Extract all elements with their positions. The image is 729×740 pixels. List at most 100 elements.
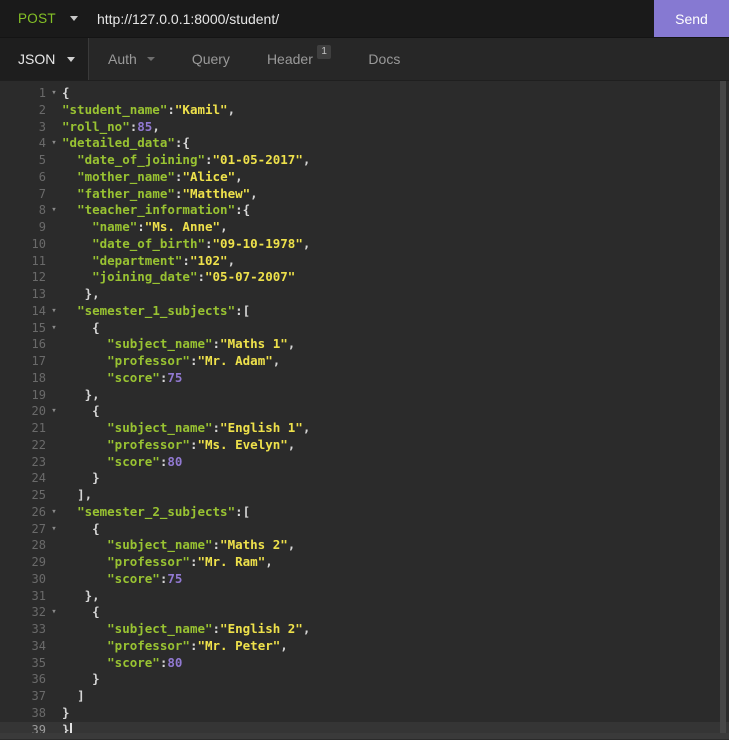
code-line[interactable]: 24 } xyxy=(0,470,729,487)
code-line[interactable]: 35 "score":80 xyxy=(0,655,729,672)
request-tab-bar: JSON Auth Query Header 1 Docs xyxy=(0,38,729,81)
line-number: 38 xyxy=(31,705,46,720)
body-type-dropdown[interactable]: JSON xyxy=(0,38,88,80)
editor-vertical-scrollbar[interactable] xyxy=(720,81,726,733)
code-line[interactable]: 31 }, xyxy=(0,588,729,605)
fold-gutter xyxy=(46,152,62,169)
url-bar: POST http://127.0.0.1:8000/student/ Send xyxy=(0,0,729,38)
line-number: 19 xyxy=(31,387,46,402)
line-number: 24 xyxy=(31,471,46,486)
url-input[interactable]: http://127.0.0.1:8000/student/ xyxy=(78,0,654,37)
fold-gutter xyxy=(46,470,62,487)
tab-query[interactable]: Query xyxy=(192,49,230,69)
code-line[interactable]: 9 "name":"Ms. Anne", xyxy=(0,219,729,236)
code-line[interactable]: 8 ▾ "teacher_information":{ xyxy=(0,202,729,219)
line-number: 29 xyxy=(31,555,46,569)
code-line[interactable]: 27 ▾ { xyxy=(0,521,729,538)
method-dropdown[interactable]: POST xyxy=(0,0,78,37)
code-line[interactable]: 2 "student_name":"Kamil", xyxy=(0,102,729,119)
code-line[interactable]: 29 "professor":"Mr. Ram", xyxy=(0,554,729,571)
fold-arrow-icon[interactable]: ▾ xyxy=(46,504,62,521)
tab-label: Docs xyxy=(368,51,401,67)
code-line[interactable]: 7 "father_name":"Matthew", xyxy=(0,186,729,203)
line-number: 2 xyxy=(38,102,46,117)
code-line[interactable]: 5 "date_of_joining":"01-05-2017", xyxy=(0,152,729,169)
code-text: "subject_name":"English 1", xyxy=(107,420,311,435)
code-text: } xyxy=(92,470,100,486)
fold-arrow-icon[interactable]: ▾ xyxy=(46,403,62,420)
code-line[interactable]: 38} xyxy=(0,705,729,722)
fold-gutter xyxy=(46,186,62,203)
code-line[interactable]: 28 "subject_name":"Maths 2", xyxy=(0,537,729,554)
fold-arrow-icon[interactable]: ▾ xyxy=(46,85,62,102)
tab-header[interactable]: Header 1 xyxy=(267,45,332,69)
line-number: 20 xyxy=(31,404,46,419)
fold-arrow-icon[interactable]: ▾ xyxy=(46,320,62,337)
code-line[interactable]: 3 "roll_no":85, xyxy=(0,119,729,136)
fold-arrow-icon[interactable]: ▾ xyxy=(46,521,62,538)
code-text: "score":80 xyxy=(107,453,183,469)
line-number: 22 xyxy=(31,437,46,452)
code-line[interactable]: 34 "professor":"Mr. Peter", xyxy=(0,638,729,655)
code-line[interactable]: 13 }, xyxy=(0,286,729,303)
editor-horizontal-scrollbar[interactable] xyxy=(0,733,729,739)
code-line[interactable]: 20 ▾ { xyxy=(0,403,729,420)
line-number: 12 xyxy=(31,270,46,285)
code-line[interactable]: 22 "professor":"Ms. Evelyn", xyxy=(0,437,729,454)
line-number: 4 xyxy=(38,136,46,151)
line-number: 7 xyxy=(38,186,46,201)
code-line[interactable]: 1 ▾{ xyxy=(0,85,729,102)
code-text: ], xyxy=(77,487,93,502)
code-line[interactable]: 23 "score":80 xyxy=(0,454,729,471)
code-line[interactable]: 14 ▾ "semester_1_subjects":[ xyxy=(0,303,729,320)
code-line[interactable]: 30 "score":75 xyxy=(0,571,729,588)
code-line[interactable]: 26 ▾ "semester_2_subjects":[ xyxy=(0,504,729,521)
fold-arrow-icon[interactable]: ▾ xyxy=(46,135,62,152)
code-text: "father_name":"Matthew", xyxy=(77,185,258,201)
fold-arrow-icon[interactable]: ▾ xyxy=(46,604,62,621)
code-text: }, xyxy=(84,386,100,402)
code-line[interactable]: 4 ▾ "detailed_data":{ xyxy=(0,135,729,152)
code-line[interactable]: 11 "department":"102", xyxy=(0,253,729,270)
code-text: "subject_name":"English 2", xyxy=(107,621,311,636)
code-text: ] xyxy=(77,688,85,703)
tab-docs[interactable]: Docs xyxy=(368,49,400,69)
code-line[interactable]: 37 ] xyxy=(0,688,729,705)
code-line[interactable]: 19 }, xyxy=(0,387,729,404)
fold-gutter xyxy=(46,420,62,437)
fold-gutter xyxy=(46,588,62,605)
code-line[interactable]: 21 "subject_name":"English 1", xyxy=(0,420,729,437)
code-line[interactable]: 33 "subject_name":"English 2", xyxy=(0,621,729,638)
code-line[interactable]: 15 ▾ { xyxy=(0,320,729,337)
fold-gutter xyxy=(46,655,62,672)
send-button[interactable]: Send xyxy=(654,0,729,37)
code-line[interactable]: 10 "date_of_birth":"09-10-1978", xyxy=(0,236,729,253)
code-line[interactable]: 12 "joining_date":"05-07-2007" xyxy=(0,269,729,286)
code-text: "score":80 xyxy=(107,654,183,670)
fold-gutter xyxy=(46,253,62,270)
editor-lines: 1 ▾{2 "student_name":"Kamil", 3 "roll_no":85… xyxy=(0,85,729,739)
json-body-editor[interactable]: 1 ▾{2 "student_name":"Kamil", 3 "roll_no":85… xyxy=(0,81,729,739)
fold-arrow-icon[interactable]: ▾ xyxy=(46,303,62,320)
fold-arrow-icon[interactable]: ▾ xyxy=(46,202,62,219)
code-line[interactable]: 32 ▾ { xyxy=(0,604,729,621)
line-number: 37 xyxy=(31,689,46,703)
line-number: 36 xyxy=(31,672,46,687)
fold-gutter xyxy=(46,169,62,186)
code-line[interactable]: 17 "professor":"Mr. Adam", xyxy=(0,353,729,370)
line-number: 14 xyxy=(31,303,46,318)
code-line[interactable]: 36 } xyxy=(0,671,729,688)
code-text: "score":75 xyxy=(107,369,183,385)
fold-gutter xyxy=(46,387,62,404)
line-number: 18 xyxy=(31,370,46,385)
code-line[interactable]: 16 "subject_name":"Maths 1", xyxy=(0,336,729,353)
code-line[interactable]: 18 "score":75 xyxy=(0,370,729,387)
tab-label: Auth xyxy=(108,51,137,67)
tab-auth[interactable]: Auth xyxy=(108,49,155,69)
line-number: 35 xyxy=(31,655,46,670)
code-line[interactable]: 6 "mother_name":"Alice", xyxy=(0,169,729,186)
fold-gutter xyxy=(46,102,62,119)
code-line[interactable]: 25 ], xyxy=(0,487,729,504)
fold-gutter xyxy=(46,621,62,638)
tabs-panel: Auth Query Header 1 Docs xyxy=(88,38,729,80)
